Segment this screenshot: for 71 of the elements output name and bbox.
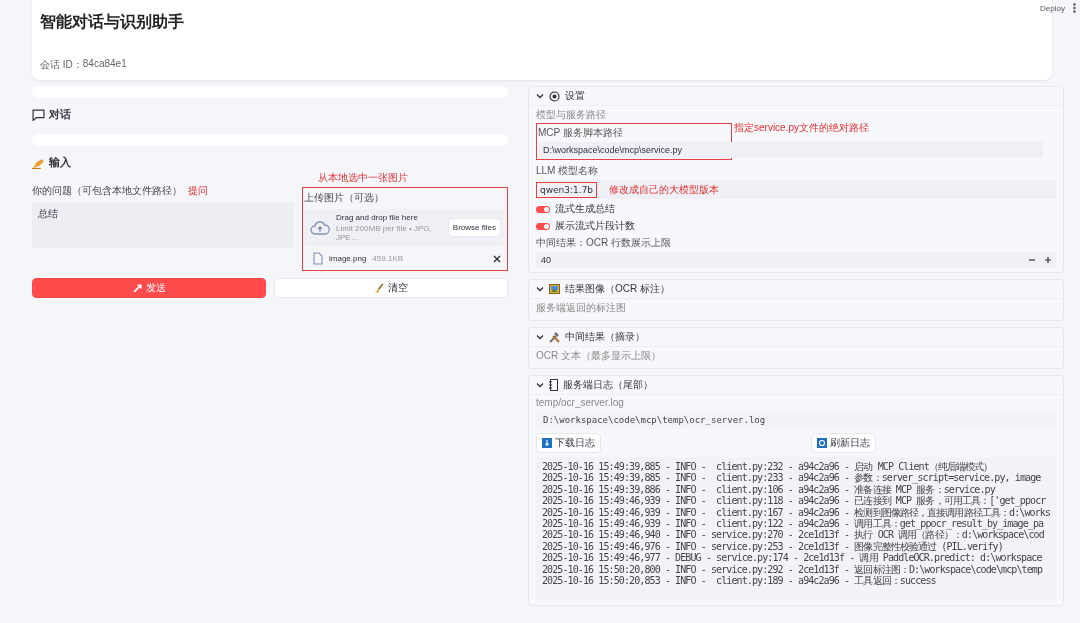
download-icon bbox=[542, 438, 552, 448]
section-title: 输入 bbox=[49, 155, 71, 170]
field-label: 中间结果：OCR 行数展示上限 bbox=[536, 236, 672, 250]
field-label: 上传图片（可选） bbox=[304, 191, 385, 205]
number-field[interactable]: 40 bbox=[536, 252, 1056, 268]
annotation-note: 提问 bbox=[188, 184, 208, 198]
clear-button[interactable]: 清空 bbox=[274, 278, 508, 298]
more-icon[interactable] bbox=[1073, 3, 1076, 13]
section-caption: temp/ocr_server.log bbox=[536, 397, 625, 408]
picture-icon bbox=[549, 284, 560, 294]
log-line: 2025-10-16 15:49:46,939 - INFO - client.py:118 - a94c2a96 - 已连接到 MCP 服务，可用工具：['get_ppocr bbox=[542, 495, 1047, 507]
download-log-button[interactable]: 下载日志 bbox=[536, 433, 601, 453]
chevron-icon bbox=[536, 334, 544, 340]
chevron-icon bbox=[536, 286, 544, 292]
field-label: 你的问题（可包含本地文件路径） bbox=[32, 184, 182, 198]
annotation-note: 指定service.py文件的绝对路径 bbox=[734, 121, 869, 135]
model-name-field[interactable]: qwen3:1.7b 修改成自己的大模型版本 bbox=[536, 180, 1056, 199]
refresh-icon bbox=[817, 438, 827, 448]
log-line: 2025-10-16 15:49:46,939 - INFO - client.py:122 - a94c2a96 - 调用工具：get_ppocr_result_by_image_pa bbox=[542, 518, 1045, 530]
toggle-switch[interactable] bbox=[536, 205, 550, 213]
log-line: 2025-10-16 15:50:20,853 - INFO - client.py:189 - a94c2a96 - 工具返回：success bbox=[542, 575, 936, 587]
log-line: 2025-10-16 15:49:39,885 - INFO - client.py:233 - a94c2a96 - 参数：server_script=service.py, image bbox=[542, 472, 1042, 484]
file-name: image.png bbox=[329, 254, 367, 263]
app-title: 智能对话与识别助手 bbox=[40, 12, 185, 32]
close-icon[interactable] bbox=[493, 254, 501, 263]
field-label: LLM 模型名称 bbox=[536, 164, 600, 178]
question-field[interactable]: 总结 bbox=[32, 202, 294, 248]
script-path-value: D:\workspace\code\mcp\service.py bbox=[538, 142, 1043, 158]
log-path-code: D:\workspace\code\mcp\temp\ocr_server.log bbox=[536, 411, 1056, 429]
refresh-log-button[interactable]: 刷新日志 bbox=[811, 433, 876, 453]
session-label: 会话 ID： bbox=[40, 58, 83, 72]
session-id: 84ca84e1 bbox=[82, 58, 127, 71]
tools-icon bbox=[549, 331, 560, 343]
settings-expander[interactable]: 设置 bbox=[529, 87, 1063, 106]
section-caption: 服务端返回的标注图 bbox=[536, 301, 627, 315]
file-dropzone[interactable]: Drag and drop file here Limit 200MB per file • JPG, JPE… Browse files bbox=[304, 209, 504, 246]
toggle-label: 展示流式片段计数 bbox=[555, 219, 635, 233]
log-line: 2025-10-16 15:49:46,940 - INFO - service.py:270 - 2ce1d13f - 执行 OCR 调用（路径）：d:\workspace\cod bbox=[542, 529, 1045, 541]
annotation-note: 从本地选中一张图片 bbox=[318, 171, 408, 185]
section-caption: 模型与服务路径 bbox=[536, 108, 607, 122]
annotation-note: 修改成自己的大模型版本 bbox=[609, 182, 720, 197]
intermediate-expander[interactable]: 中间结果（摘录） bbox=[529, 328, 1063, 347]
log-line: 2025-10-16 15:49:46,939 - INFO - client.py:167 - a94c2a96 - 检测到图像路径，直接调用路径工具：d:\works bbox=[542, 506, 1050, 519]
log-line: 2025-10-16 15:49:46,977 - DEBUG - service.py:174 - 2ce1d13f - 调用 PaddleOCR.predict: d:\workspace bbox=[542, 552, 1043, 564]
section-title: 对话 bbox=[49, 107, 71, 122]
file-size: 459.1KB bbox=[372, 254, 404, 263]
chat-bubble-icon bbox=[32, 108, 45, 121]
toggle-switch[interactable] bbox=[536, 222, 550, 230]
log-expander[interactable]: 服务端日志（尾部） bbox=[529, 376, 1063, 395]
model-name-value: qwen3:1.7b bbox=[536, 181, 598, 198]
minus-icon[interactable] bbox=[1029, 257, 1035, 263]
section-caption: OCR 文本（最多显示上限） bbox=[536, 349, 662, 363]
gear-icon bbox=[549, 90, 560, 102]
chevron-icon bbox=[536, 93, 544, 99]
log-line: 2025-10-16 15:49:46,976 - INFO - service.py:253 - 2ce1d13f - 图像完整性校验通过 (PIL.verify) bbox=[542, 540, 1004, 553]
deploy-link[interactable]: Deploy bbox=[1040, 3, 1065, 13]
log-line: 2025-10-16 15:50:20,800 - INFO - service.py:292 - 2ce1d13f - 返回标注图：D:\workspace\code\mcp\temp bbox=[542, 563, 1044, 575]
plus-icon[interactable] bbox=[1045, 257, 1051, 263]
file-icon bbox=[313, 252, 323, 265]
log-line: 2025-10-16 15:49:39,886 - INFO - client.py:106 - a94c2a96 - 准备连接 MCP 服务：service.py bbox=[542, 483, 996, 495]
toggle-label: 流式生成总结 bbox=[555, 202, 615, 216]
field-label: MCP 服务脚本路径 bbox=[538, 126, 624, 140]
notebook-icon bbox=[549, 379, 558, 391]
drop-title: Drag and drop file here bbox=[336, 213, 419, 222]
broom-icon bbox=[374, 282, 385, 294]
drop-hint: Limit 200MB per file • JPG, JPE… bbox=[336, 224, 433, 242]
chevron-icon bbox=[536, 382, 544, 388]
cloud-upload-icon bbox=[310, 220, 330, 235]
result-image-expander[interactable]: 结果图像（OCR 标注） bbox=[529, 280, 1063, 299]
log-line: 2025-10-16 15:49:39,885 - INFO - client.py:232 - a94c2a96 - 启动 MCP Client（纯后端模式） bbox=[542, 461, 993, 473]
browse-button[interactable]: Browse files bbox=[447, 218, 501, 237]
